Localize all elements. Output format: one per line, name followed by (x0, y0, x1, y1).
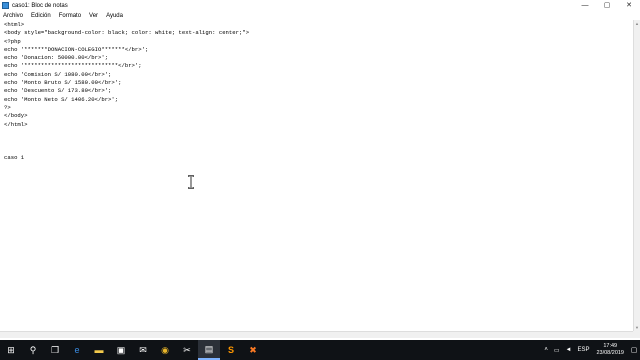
notepad-app-icon (2, 2, 9, 9)
text-cursor-icon (188, 175, 194, 189)
scroll-down-icon[interactable]: ▼ (634, 324, 640, 331)
xampp-icon[interactable]: ✖ (242, 340, 264, 360)
clock-date: 23/08/2019 (596, 350, 624, 356)
mail-icon[interactable]: ✉ (132, 340, 154, 360)
clock-time: 17:49 (603, 343, 618, 349)
menu-formato[interactable]: Formato (59, 13, 81, 19)
horizontal-scrollbar[interactable] (0, 331, 633, 338)
scroll-up-icon[interactable]: ▲ (634, 20, 640, 27)
menu-edicion[interactable]: Edición (31, 13, 51, 19)
menu-ver[interactable]: Ver (89, 13, 98, 19)
code-line: <html> (4, 21, 25, 28)
taskbar: ⊞ ⚲ ❐ e ▬ ▣ ✉ ◉ ✂ ▤ S ✖ ˄ ▭ ◄ ESP 17:49 23/08/2019 … (0, 340, 640, 360)
store-icon[interactable]: ▣ (110, 340, 132, 360)
code-line: <body style="background-color: black; co… (4, 29, 250, 37)
scrollbar-corner (633, 331, 640, 338)
code-line: </body> (4, 112, 28, 120)
code-line: echo '*******DONACION-COLEGIO*******</br… (4, 45, 149, 53)
code-line: ?> (4, 103, 11, 111)
language-indicator[interactable]: ESP (577, 347, 589, 353)
system-tray: ˄ ▭ ◄ ESP 17:49 23/08/2019 ▢ (541, 340, 640, 360)
title-bar: caso1: Bloc de notas — ▢ ✕ (0, 0, 640, 11)
task-view-icon[interactable]: ❐ (44, 340, 66, 360)
minimize-button[interactable]: — (574, 0, 596, 11)
code-line: echo '****************************</br>'… (4, 62, 142, 70)
notification-icon[interactable]: ▢ (628, 340, 640, 360)
maximize-button[interactable]: ▢ (596, 0, 618, 11)
search-icon[interactable]: ⚲ (22, 340, 44, 360)
volume-icon[interactable]: ◄ (566, 347, 572, 353)
menu-ayuda[interactable]: Ayuda (106, 13, 123, 19)
sublime-icon[interactable]: S (220, 340, 242, 360)
snipping-icon[interactable]: ✂ (176, 340, 198, 360)
window-controls: — ▢ ✕ (574, 0, 640, 11)
code-line: <?php (4, 37, 21, 45)
taskbar-apps: ⊞ ⚲ ❐ e ▬ ▣ ✉ ◉ ✂ ▤ S ✖ (0, 340, 264, 360)
code-line: caso 1 (4, 153, 25, 161)
start-icon[interactable]: ⊞ (0, 340, 22, 360)
code-line: echo 'Comision S/ 1080.00</br>'; (4, 70, 112, 78)
editor-content[interactable]: <html> <body style="background-color: bl… (0, 20, 633, 162)
file-explorer-icon[interactable]: ▬ (88, 340, 110, 360)
network-icon[interactable]: ▭ (554, 347, 560, 354)
window-title: caso1: Bloc de notas (12, 2, 68, 9)
notepad-icon[interactable]: ▤ (198, 340, 220, 360)
code-line: echo 'Descuento S/ 173.80</br>'; (4, 87, 112, 95)
clock[interactable]: 17:49 23/08/2019 (596, 343, 624, 357)
text-editor[interactable]: <html> <body style="background-color: bl… (0, 20, 633, 331)
vertical-scrollbar[interactable]: ▲ ▼ (633, 20, 640, 331)
chrome-icon[interactable]: ◉ (154, 340, 176, 360)
code-line: echo 'Monto Bruto S/ 1580.00</br>'; (4, 79, 122, 87)
close-button[interactable]: ✕ (618, 0, 640, 11)
code-line: echo 'Donacion: 50000.00</br>'; (4, 54, 109, 62)
menu-archivo[interactable]: Archivo (3, 13, 23, 19)
code-line: echo 'Monto Neto S/ 1406.20</br>'; (4, 95, 119, 103)
code-line: </html> (4, 120, 28, 128)
chevron-up-icon[interactable]: ˄ (544, 347, 548, 353)
edge-icon[interactable]: e (66, 340, 88, 360)
